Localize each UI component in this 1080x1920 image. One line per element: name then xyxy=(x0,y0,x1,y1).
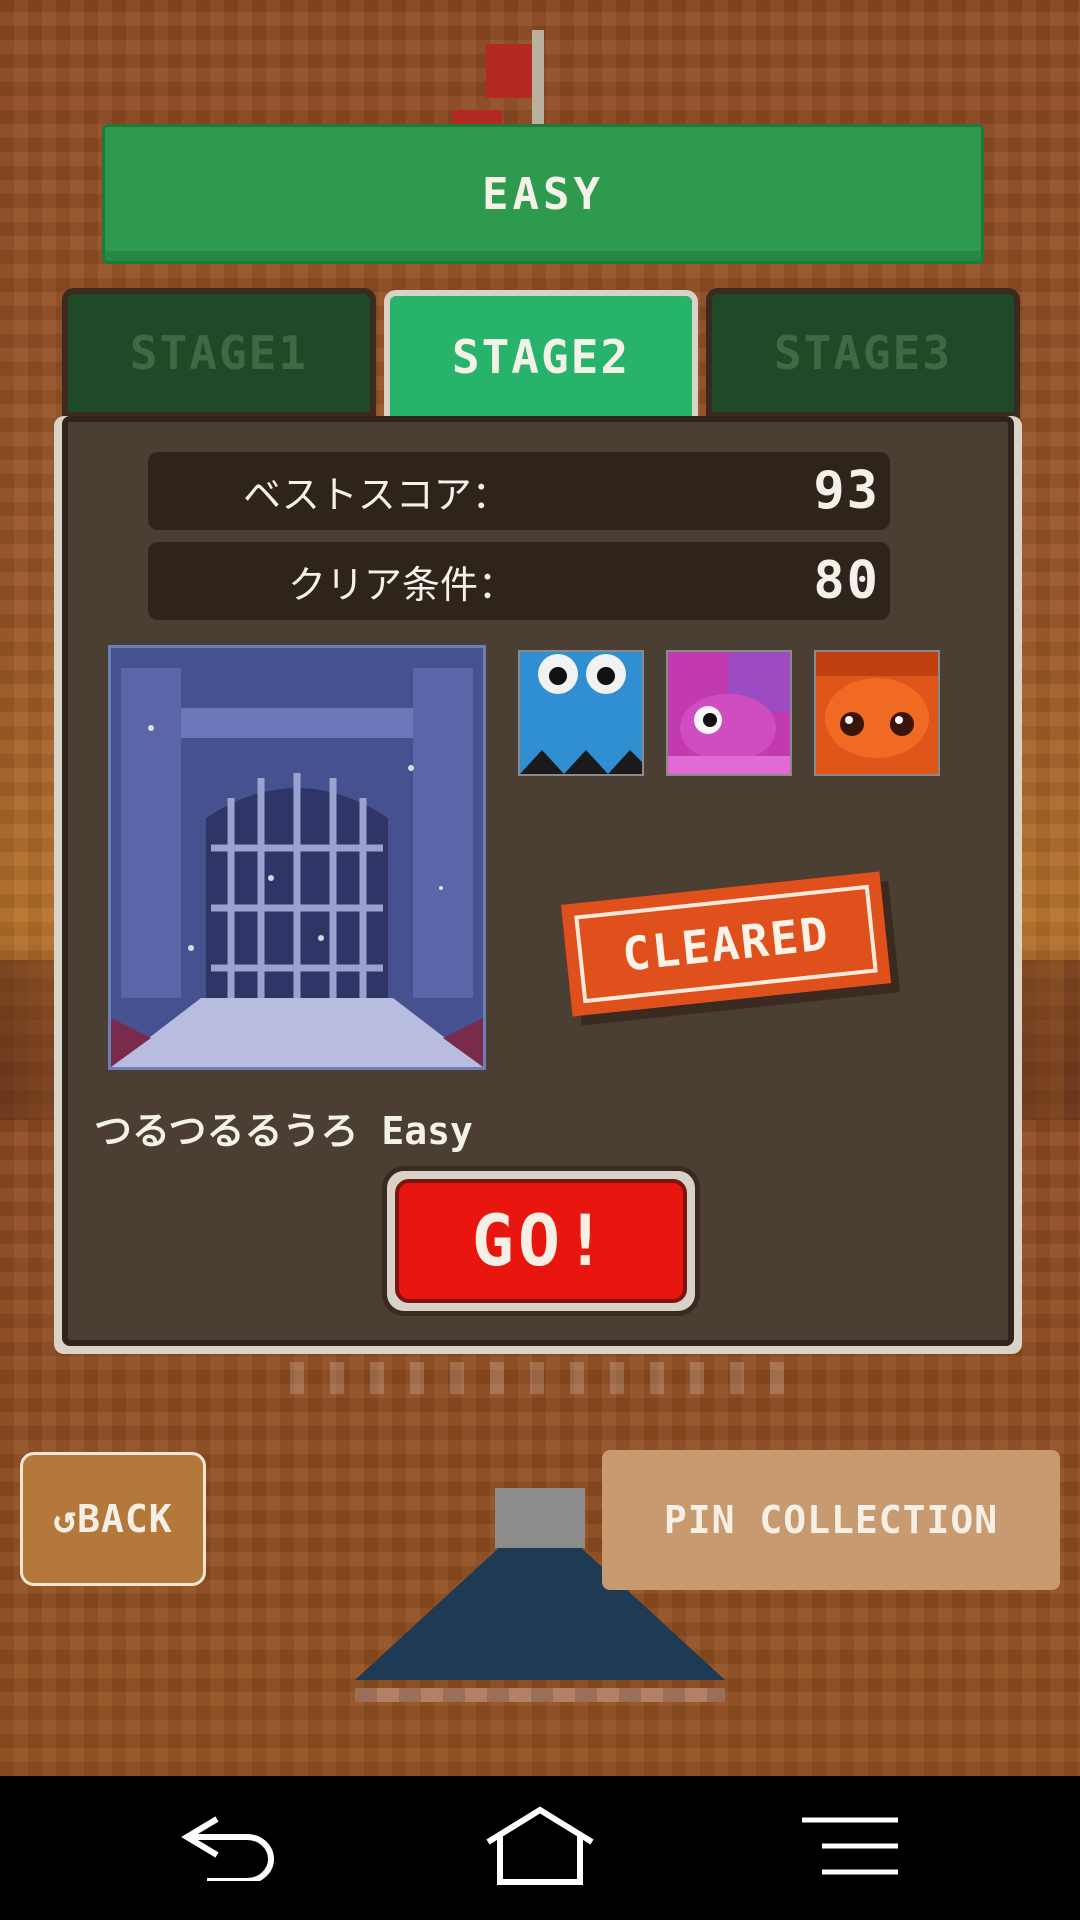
nav-back-icon[interactable] xyxy=(162,1796,302,1896)
tab-stage1[interactable]: STAGE1 xyxy=(62,288,376,418)
difficulty-banner[interactable]: EASY xyxy=(102,124,984,264)
best-score-label: ベストスコア： xyxy=(243,472,510,517)
best-score-value: 93 xyxy=(813,461,880,521)
clear-condition-label: クリア条件： xyxy=(288,562,517,607)
back-button[interactable]: ↺BACK xyxy=(20,1452,206,1586)
stage-preview-image xyxy=(108,645,486,1070)
flag-pole xyxy=(532,30,544,126)
nav-home-icon[interactable] xyxy=(470,1796,610,1896)
orange-octopus-icon xyxy=(814,650,940,776)
nav-menu-icon[interactable] xyxy=(780,1796,920,1896)
pin-collection-button[interactable]: PIN COLLECTION xyxy=(602,1450,1060,1590)
clear-condition-value: 80 xyxy=(813,551,880,611)
best-score-row: ベストスコア： 93 xyxy=(148,452,890,530)
flag-icon xyxy=(486,44,532,98)
go-button[interactable]: GO! xyxy=(382,1166,700,1316)
clear-condition-row: クリア条件： 80 xyxy=(148,542,890,620)
pixel-decoration xyxy=(290,1362,790,1394)
cleared-label: CLEARED xyxy=(574,884,878,1004)
blue-monster-icon xyxy=(518,650,644,776)
tab-stage2[interactable]: STAGE2 xyxy=(384,290,698,424)
stage-name: つるつるるうろ Easy xyxy=(94,1109,473,1153)
purple-fish-icon xyxy=(666,650,792,776)
go-label: GO! xyxy=(395,1179,687,1303)
tab-stage3[interactable]: STAGE3 xyxy=(706,288,1020,418)
flag-base xyxy=(452,110,502,124)
system-nav-bar xyxy=(0,1776,1080,1920)
